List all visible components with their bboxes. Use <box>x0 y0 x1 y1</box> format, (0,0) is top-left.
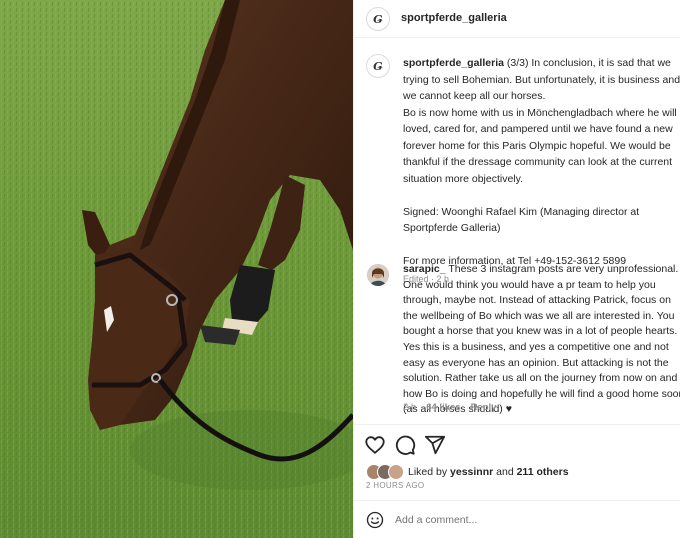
commenter-avatar[interactable] <box>367 264 389 286</box>
commenter-avatar-image <box>367 264 389 286</box>
post-header: Ǥ sportpferde_galleria <box>354 0 680 38</box>
caption-line: thankful if the dressage community can l… <box>403 156 673 168</box>
comment-input[interactable] <box>395 512 665 528</box>
likes-summary: Liked by yessinnr and 211 others <box>366 463 569 481</box>
comment-line: One would think you would have a pr team… <box>403 278 656 291</box>
comment-line: the wellbeing of Bo which was we all are… <box>403 309 675 322</box>
horse-photo <box>0 0 353 538</box>
caption-line: forever home for this Paris Olympic hope… <box>403 139 671 152</box>
comment-line: Yes this is a business, and yes a compet… <box>403 340 669 353</box>
comment-likes-count[interactable]: 64 likes <box>426 402 460 413</box>
comment-meta: 2 h 64 likes Reply <box>403 402 496 413</box>
add-comment-bar <box>354 500 680 538</box>
caption-avatar[interactable]: Ǥ <box>366 54 390 78</box>
likes-prefix: Liked by <box>408 466 451 478</box>
caption-line: situation more objectively. <box>403 172 524 185</box>
comment-icon[interactable] <box>394 434 416 456</box>
caption-line: we cannot keep all our horses. <box>403 90 546 102</box>
share-icon[interactable] <box>424 434 446 456</box>
heart-icon[interactable] <box>364 434 386 456</box>
header-username[interactable]: sportpferde_galleria <box>401 12 507 24</box>
action-bar <box>354 424 680 464</box>
comment-text: sarapic_ These 3 instagram posts are ver… <box>403 262 680 418</box>
comment-line: through, maybe not. Instead of attacking… <box>403 294 671 307</box>
liker-avatars[interactable] <box>366 464 406 480</box>
comment-line: These 3 instagram posts are very unprofe… <box>445 263 679 275</box>
comment-line: easy as everyone has an opinion. But att… <box>403 356 669 369</box>
comment-line: solution. Rather take us all on the jour… <box>403 372 678 385</box>
caption-line: loved, cared for, and pampered until we … <box>403 123 673 135</box>
liker-avatar <box>388 464 404 480</box>
comment-time: 2 h <box>403 402 417 413</box>
caption-line: Bo is now home with us in Mönchengladbac… <box>403 106 677 119</box>
likes-text: Liked by yessinnr and 211 others <box>408 466 569 478</box>
likes-others[interactable]: 211 others <box>517 466 569 478</box>
caption-username[interactable]: sportpferde_galleria <box>403 57 504 69</box>
post-timestamp[interactable]: 2 HOURS AGO <box>366 481 424 490</box>
account-avatar[interactable]: Ǥ <box>366 7 390 31</box>
liker-username[interactable]: yessinnr <box>450 466 493 478</box>
caption-line: Sportpferde Galleria) <box>403 222 501 234</box>
caption-line: trying to sell Bohemian. But unfortunate… <box>403 73 680 86</box>
post-photo <box>0 0 353 538</box>
caption-line: (3/3) In conclusion, it is sad that we <box>503 57 671 69</box>
comment-line: bought a horse that you knew was in a lo… <box>403 325 678 338</box>
caption-text: sportpferde_galleria (3/3) In conclusion… <box>403 55 680 287</box>
comment-username[interactable]: sarapic_ <box>403 263 446 275</box>
reply-button[interactable]: Reply <box>471 402 497 413</box>
caption-line: Signed: Woonghi Rafael Kim (Managing dir… <box>403 205 640 218</box>
post-sidebar: Ǥ sportpferde_galleria Ǥ sportpferde_gal… <box>353 0 680 538</box>
comment-line: how Bo is doing and hopefully he will fi… <box>403 387 680 400</box>
likes-middle: and <box>493 466 517 478</box>
emoji-icon[interactable] <box>366 511 384 529</box>
